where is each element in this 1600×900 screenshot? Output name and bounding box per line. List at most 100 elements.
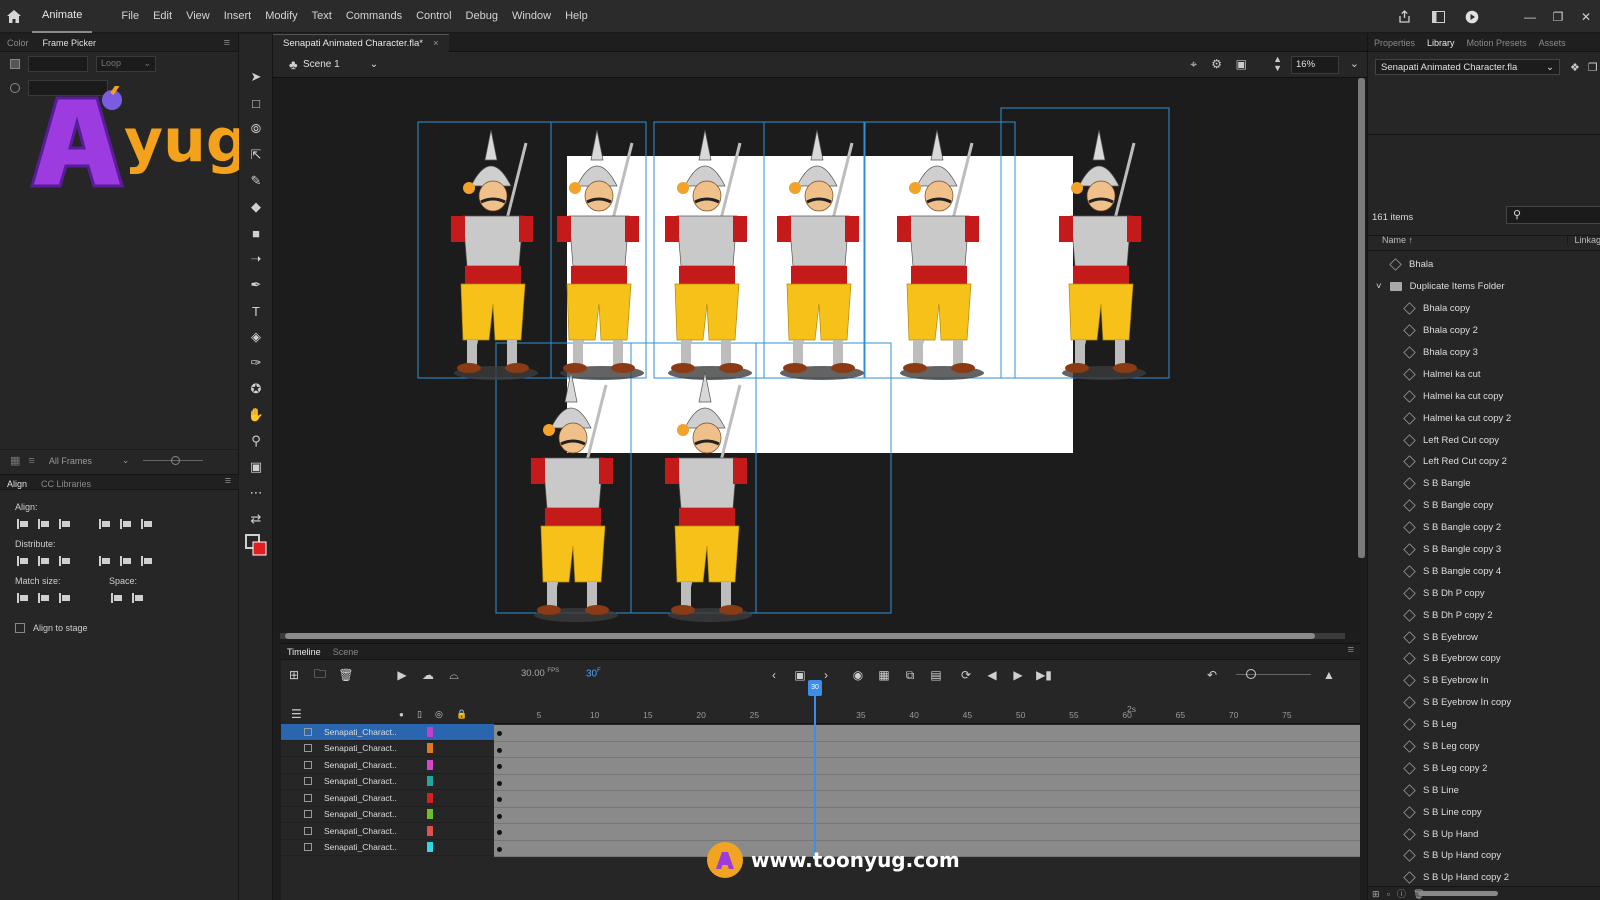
new-library-panel-icon[interactable]: ❐ bbox=[1588, 61, 1598, 74]
frame-row[interactable] bbox=[494, 758, 1360, 775]
share-button[interactable] bbox=[1390, 7, 1418, 27]
layer-row[interactable]: Senapati_Charact.. bbox=[281, 823, 494, 840]
menu-item-edit[interactable]: Edit bbox=[146, 0, 179, 33]
keyframe-dot[interactable] bbox=[497, 764, 502, 769]
align-top-icon[interactable] bbox=[97, 517, 111, 531]
tab-scene[interactable]: Scene bbox=[327, 644, 365, 659]
frame-row[interactable] bbox=[494, 808, 1360, 824]
distribute-bottom-icon[interactable] bbox=[57, 554, 71, 568]
menu-item-help[interactable]: Help bbox=[558, 0, 595, 33]
layer-color-swatch[interactable] bbox=[427, 842, 433, 853]
menu-item-modify[interactable]: Modify bbox=[258, 0, 304, 33]
library-item[interactable]: Halmei ka cut copy bbox=[1368, 385, 1600, 407]
tab-motion-presets[interactable]: Motion Presets bbox=[1461, 34, 1533, 52]
frame-picker-checkbox[interactable] bbox=[10, 59, 20, 69]
library-search-input[interactable]: ⚲ bbox=[1506, 206, 1600, 224]
tab-library[interactable]: Library bbox=[1421, 34, 1461, 52]
align-right-icon[interactable] bbox=[57, 517, 71, 531]
step-back-button[interactable]: ◀ bbox=[979, 660, 1005, 690]
rotate-stage-icon[interactable]: ⚙ bbox=[1211, 57, 1222, 71]
library-item[interactable]: S B Up Hand bbox=[1368, 823, 1600, 845]
library-item[interactable]: S B Bangle bbox=[1368, 473, 1600, 495]
symbol-bounding-box[interactable] bbox=[755, 342, 892, 614]
library-item[interactable]: S B Leg copy bbox=[1368, 736, 1600, 758]
align-vcenter-icon[interactable] bbox=[118, 517, 132, 531]
menu-item-control[interactable]: Control bbox=[409, 0, 458, 33]
library-item[interactable]: Bhala copy bbox=[1368, 298, 1600, 320]
playhead[interactable] bbox=[814, 680, 816, 860]
library-item[interactable]: S B Bangle copy 3 bbox=[1368, 539, 1600, 561]
scroll-thumb[interactable] bbox=[285, 633, 1315, 639]
workspace-button[interactable] bbox=[1424, 7, 1452, 27]
tab-align[interactable]: Align bbox=[0, 475, 34, 489]
layer-color-swatch[interactable] bbox=[427, 776, 433, 787]
tab-color[interactable]: Color bbox=[0, 34, 36, 52]
distribute-hcenter-icon[interactable] bbox=[118, 554, 132, 568]
subselect-tool[interactable]: ⇱ bbox=[239, 142, 273, 168]
senapati-character[interactable] bbox=[1059, 129, 1146, 380]
loop-dropdown[interactable]: Loop ⌄ bbox=[96, 56, 156, 72]
delete-layer-button[interactable]: 🗑 bbox=[333, 660, 359, 690]
keyframe-dot[interactable] bbox=[497, 780, 502, 786]
library-document-select[interactable]: Senapati Animated Character.fla ⌄ bbox=[1375, 59, 1560, 75]
menu-item-file[interactable]: File bbox=[114, 0, 146, 33]
tab-assets[interactable]: Assets bbox=[1533, 34, 1572, 52]
library-item[interactable]: Bhala bbox=[1368, 254, 1600, 276]
keyframe-dot[interactable] bbox=[497, 830, 502, 835]
highlight-icon[interactable]: ● bbox=[399, 710, 404, 719]
more-tools-button[interactable]: ⋯ bbox=[239, 480, 273, 506]
space-horizontal-icon[interactable] bbox=[130, 591, 144, 605]
tab-frame-picker[interactable]: Frame Picker bbox=[36, 34, 104, 52]
horizontal-scrollbar[interactable] bbox=[280, 633, 1345, 639]
close-tab-icon[interactable]: × bbox=[433, 38, 439, 49]
rectangle-tool[interactable]: ■ bbox=[239, 220, 273, 246]
app-tab-animate[interactable]: Animate bbox=[32, 0, 93, 33]
library-item[interactable]: S B Bangle copy 2 bbox=[1368, 517, 1600, 539]
layer-row[interactable]: Senapati_Charact.. bbox=[281, 840, 494, 856]
close-button[interactable]: ✕ bbox=[1572, 7, 1600, 27]
frame-row[interactable] bbox=[494, 791, 1360, 808]
keyframe-dot[interactable] bbox=[497, 731, 502, 736]
fps-display[interactable]: 30.00 FPS bbox=[521, 668, 559, 679]
layer-parenting-button[interactable]: ☁ bbox=[415, 660, 441, 690]
center-stage-icon[interactable]: ⌖ bbox=[1190, 57, 1197, 72]
free-transform-tool[interactable]: □ bbox=[239, 90, 273, 116]
swap-colors-button[interactable]: ⇄ bbox=[239, 506, 273, 532]
senapati-character[interactable] bbox=[897, 129, 984, 380]
menu-item-debug[interactable]: Debug bbox=[459, 0, 505, 33]
restore-button[interactable]: ❐ bbox=[1544, 7, 1572, 27]
layer-color-swatch[interactable] bbox=[427, 743, 433, 754]
library-item[interactable]: S B Up Hand copy bbox=[1368, 845, 1600, 867]
camera-tool[interactable]: ▣ bbox=[239, 454, 273, 480]
all-frames-dropdown[interactable]: All Frames ⌄ bbox=[43, 453, 136, 469]
outline-icon[interactable]: ▯ bbox=[417, 709, 422, 720]
layer-row[interactable]: Senapati_Charact.. bbox=[281, 774, 494, 790]
pen-tool[interactable]: ✒ bbox=[239, 272, 273, 298]
menu-item-insert[interactable]: Insert bbox=[217, 0, 259, 33]
match-height-icon[interactable] bbox=[36, 591, 50, 605]
motion-tween-button[interactable]: ▤ bbox=[923, 660, 949, 690]
layer-row[interactable]: Senapati_Charact.. bbox=[281, 790, 494, 807]
loop-button[interactable]: ⟳ bbox=[953, 660, 979, 690]
undo-button[interactable]: ↶ bbox=[1199, 660, 1225, 690]
library-item[interactable]: S B Leg copy 2 bbox=[1368, 757, 1600, 779]
fit-timeline-button[interactable]: ▲ bbox=[1316, 660, 1342, 690]
menu-item-commands[interactable]: Commands bbox=[339, 0, 409, 33]
keyframe-dot[interactable] bbox=[497, 747, 502, 753]
eyedropper-tool[interactable]: ✑ bbox=[239, 350, 273, 376]
tab-cc-libraries[interactable]: CC Libraries bbox=[34, 475, 98, 489]
pin-library-icon[interactable]: ❖ bbox=[1570, 61, 1580, 74]
minimize-button[interactable]: — bbox=[1516, 7, 1544, 27]
align-hcenter-icon[interactable] bbox=[36, 517, 50, 531]
chevron-down-icon[interactable]: ⌄ bbox=[1350, 57, 1359, 70]
frame-row[interactable] bbox=[494, 725, 1360, 742]
keyframe-dot[interactable] bbox=[497, 813, 502, 819]
canvas[interactable] bbox=[273, 78, 1358, 633]
onion-skin-button[interactable]: ◉ bbox=[845, 660, 871, 690]
library-item[interactable]: S B Bangle copy 4 bbox=[1368, 560, 1600, 582]
test-movie-button[interactable] bbox=[1458, 7, 1486, 27]
keyframe-dot[interactable] bbox=[497, 846, 502, 852]
play-button[interactable]: ▶ bbox=[1005, 660, 1031, 690]
library-item[interactable]: S B Eyebrow bbox=[1368, 626, 1600, 648]
brush-tool[interactable]: ✎ bbox=[239, 168, 273, 194]
